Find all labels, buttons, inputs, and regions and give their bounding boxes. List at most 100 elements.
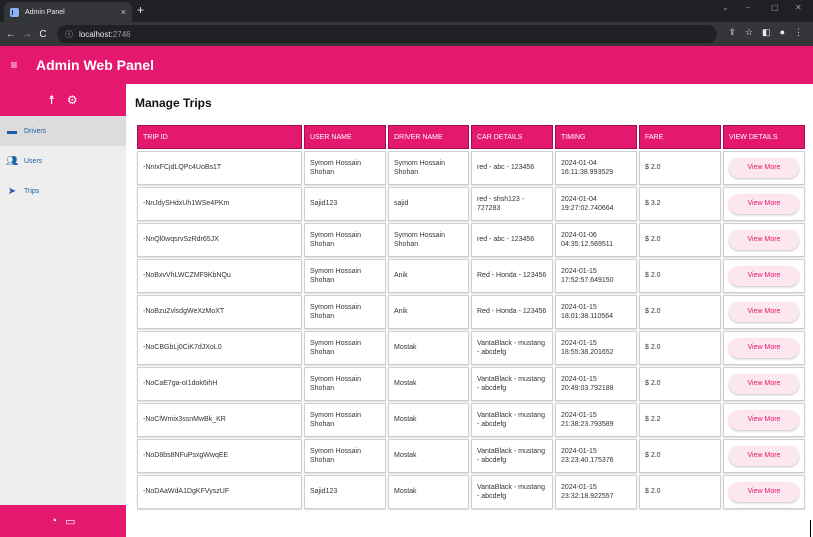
cell-timing: 2024-01-04 19:27:02.740664 — [555, 187, 637, 221]
profile-icon[interactable]: ● — [780, 27, 785, 38]
maximize-icon[interactable]: ▢ — [771, 3, 779, 12]
cell-user-name: Sajid123 — [304, 475, 386, 509]
favicon-icon — [10, 7, 19, 17]
cell-trip-id: -NoBzuZvlsdgWeXzMoXT — [137, 295, 302, 329]
sidebar-item-label: Users — [24, 157, 43, 165]
cell-driver-name: Mostak — [388, 403, 469, 437]
close-window-icon[interactable]: ✕ — [795, 3, 802, 12]
cell-timing: 2024-01-15 18:55:38.201652 — [555, 331, 637, 365]
address-bar[interactable]: ⓘ localhost: 2746 — [57, 25, 717, 43]
bookmark-star-icon[interactable]: ☆ — [745, 27, 753, 38]
menu-kebab-icon[interactable]: ⋮ — [794, 27, 803, 38]
settings-gear-icon[interactable]: ⚙ — [67, 93, 78, 107]
share-icon[interactable]: ⇪ — [728, 27, 736, 38]
sidebar-item-drivers[interactable]: ▬ Drivers — [0, 116, 126, 146]
column-header-driver-name: DRIVER NAME — [388, 125, 469, 149]
back-icon[interactable]: ← — [3, 29, 19, 40]
table-row: -NoBzuZvlsdgWeXzMoXT Symom Hossain Shohan… — [137, 295, 805, 329]
cell-trip-id: -NoBxvVhLWCZMF9KbNQu — [137, 259, 302, 293]
table-row: -NoClWmix3ssnMwBk_KR Symom Hossain Shohan… — [137, 403, 805, 437]
table-row: -NnQl0wqsrvSzRdr65JX Symom Hossain Shohan… — [137, 223, 805, 257]
sidebar-item-trips[interactable]: ➤ Trips — [0, 176, 126, 206]
cell-car-details: VantaBlack - mustang - abcdefg — [471, 331, 553, 365]
app-title: Admin Web Panel — [36, 57, 154, 73]
table-row: -NoCaE7ga-oI1dok6ihH Symom Hossain Shohan… — [137, 367, 805, 401]
table-row: -NnJdySHdxUh1WSe4PKm Sajid123 sajid red - s… — [137, 187, 805, 221]
new-tab-icon[interactable]: + — [137, 3, 144, 17]
cell-fare: $ 2.0 — [639, 331, 721, 365]
cell-view-details: View More — [723, 403, 805, 437]
view-more-button[interactable]: View More — [729, 410, 799, 430]
side-panel-icon[interactable]: ◧ — [762, 27, 771, 38]
cell-driver-name: Mostak — [388, 439, 469, 473]
minimize-icon[interactable]: – — [746, 3, 750, 12]
cell-timing: 2024-01-04 16:11:38.993529 — [555, 151, 637, 185]
table-row: -NoDAaWdA1DgKFVyszUF Sajid123 Mostak VantaB… — [137, 475, 805, 509]
sidebar: ☨ ⚙ ▬ Drivers 👥︎ Users ➤ Trips ◔ ▭ — [0, 84, 126, 537]
browser-toolbar: ← → C ⓘ localhost: 2746 ⇪ ☆ ◧ ● ⋮ — [0, 22, 813, 46]
table-row: -NnIxFCjdLQPc4UoBs1T Symom Hossain Shohan… — [137, 151, 805, 185]
sidebar-header: ☨ ⚙ — [0, 84, 126, 116]
main-content: Manage Trips TRIP ID USER NAME DRIVER NA… — [126, 84, 813, 537]
trips-table: TRIP ID USER NAME DRIVER NAME CAR DETAIL… — [135, 123, 807, 511]
view-more-button[interactable]: View More — [729, 158, 799, 178]
tab-close-icon[interactable]: × — [121, 7, 126, 17]
cell-car-details: VantaBlack - mustang - abcdefg — [471, 367, 553, 401]
forward-icon[interactable]: → — [19, 29, 35, 40]
view-more-button[interactable]: View More — [729, 194, 799, 214]
cell-user-name: Sajid123 — [304, 187, 386, 221]
cell-driver-name: Mostak — [388, 475, 469, 509]
cursor-caret — [810, 520, 811, 537]
cell-user-name: Symom Hossain Shohan — [304, 259, 386, 293]
cell-driver-name: Symom Hossain Shohan — [388, 151, 469, 185]
view-more-button[interactable]: View More — [729, 338, 799, 358]
cell-trip-id: -NnIxFCjdLQPc4UoBs1T — [137, 151, 302, 185]
cell-view-details: View More — [723, 475, 805, 509]
address-port: 2746 — [112, 29, 131, 39]
desktop-icon[interactable]: ▭ — [65, 515, 75, 528]
web-icon[interactable]: ◔ — [50, 515, 57, 527]
view-more-button[interactable]: View More — [729, 230, 799, 250]
cell-timing: 2024-01-15 20:49:03.792188 — [555, 367, 637, 401]
app-header: ≡ Admin Web Panel — [0, 46, 813, 84]
cell-fare: $ 2.0 — [639, 295, 721, 329]
cell-driver-name: Symom Hossain Shohan — [388, 223, 469, 257]
view-more-button[interactable]: View More — [729, 482, 799, 502]
app-root: Admin Panel × + ⌄ – ▢ ✕ ← → C ⓘ localhos… — [0, 0, 813, 537]
cell-fare: $ 2.0 — [639, 367, 721, 401]
column-header-fare: FARE — [639, 125, 721, 149]
cell-timing: 2024-01-15 23:23:40.175376 — [555, 439, 637, 473]
cell-timing: 2024-01-15 23:32:18.922557 — [555, 475, 637, 509]
cell-fare: $ 2.0 — [639, 439, 721, 473]
reload-icon[interactable]: C — [35, 29, 51, 40]
users-icon: 👥︎ — [5, 155, 19, 167]
cell-driver-name: sajid — [388, 187, 469, 221]
cell-trip-id: -NoClWmix3ssnMwBk_KR — [137, 403, 302, 437]
view-more-button[interactable]: View More — [729, 446, 799, 466]
hamburger-menu-icon[interactable]: ≡ — [0, 58, 28, 72]
view-more-button[interactable]: View More — [729, 374, 799, 394]
car-icon: ▬ — [7, 125, 17, 137]
cell-view-details: View More — [723, 187, 805, 221]
table-row: -NoBxvVhLWCZMF9KbNQu Symom Hossain Shohan… — [137, 259, 805, 293]
cell-trip-id: -NoCaE7ga-oI1dok6ihH — [137, 367, 302, 401]
site-info-icon[interactable]: ⓘ — [65, 29, 73, 40]
browser-tab[interactable]: Admin Panel × — [4, 2, 132, 22]
cell-timing: 2024-01-15 18:01:38.110564 — [555, 295, 637, 329]
cell-car-details: Red - Honda - 123456 — [471, 295, 553, 329]
cell-timing: 2024-01-15 17:52:57.649150 — [555, 259, 637, 293]
view-more-button[interactable]: View More — [729, 302, 799, 322]
sidebar-item-users[interactable]: 👥︎ Users — [0, 146, 126, 176]
cell-view-details: View More — [723, 223, 805, 257]
tab-search-icon[interactable]: ⌄ — [722, 3, 729, 12]
cell-view-details: View More — [723, 295, 805, 329]
cell-view-details: View More — [723, 331, 805, 365]
cell-view-details: View More — [723, 367, 805, 401]
cell-timing: 2024-01-15 21:38:23.793589 — [555, 403, 637, 437]
cell-user-name: Symom Hossain Shohan — [304, 367, 386, 401]
column-header-timing: TIMING — [555, 125, 637, 149]
cell-user-name: Symom Hossain Shohan — [304, 151, 386, 185]
table-row: -NoCBGbLj0CiK7dJXoL0 Symom Hossain Shohan… — [137, 331, 805, 365]
view-more-button[interactable]: View More — [729, 266, 799, 286]
column-header-car-details: CAR DETAILS — [471, 125, 553, 149]
